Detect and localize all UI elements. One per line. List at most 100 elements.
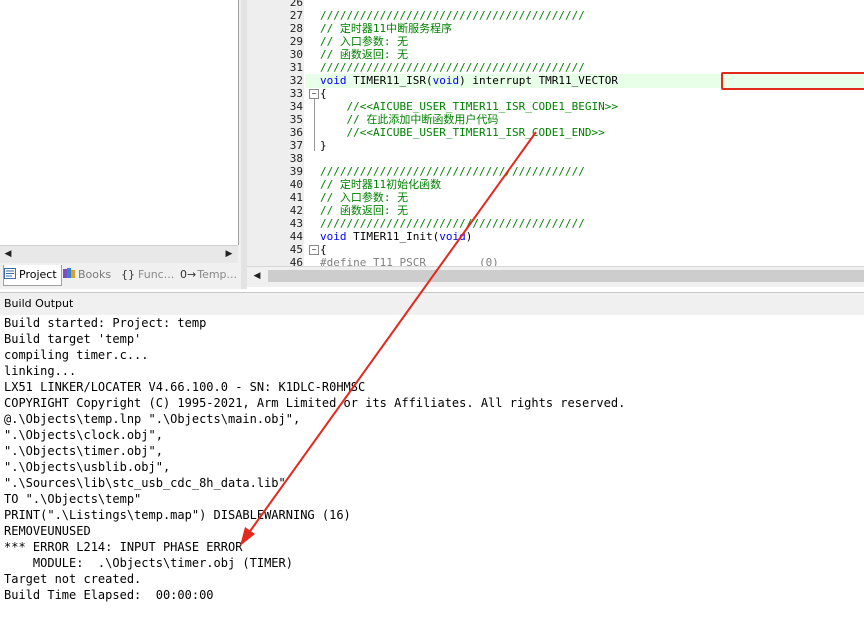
project-tabs: Project Books {} Func... 0→Temp... [0, 264, 241, 286]
template-icon: 0→ [180, 268, 197, 281]
line-number: 32 [289, 74, 303, 87]
code-token: } [320, 139, 327, 152]
line-number: 41 [289, 191, 303, 204]
line-number: 37 [289, 139, 303, 152]
scroll-left-icon[interactable]: ◀ [0, 246, 16, 263]
project-tree[interactable] [0, 0, 239, 245]
code-token: #define T11_PSCR (0) [320, 256, 499, 266]
line-number: 28 [289, 22, 303, 35]
output-line: COPYRIGHT Copyright (C) 1995-2021, Arm L… [4, 396, 626, 410]
code-line[interactable]: #define T11_PSCR (0) [320, 256, 499, 266]
code-token: //////////////////////////////////////// [320, 217, 585, 230]
code-token: // 定时器11初始化函数 [320, 178, 442, 191]
code-token: TIMER11_Init( [346, 230, 440, 243]
line-number: 40 [289, 178, 303, 191]
scrollbar-thumb[interactable] [268, 270, 864, 282]
code-token: //<<AICUBE_USER_TIMER11_ISR_CODE1_END>> [320, 126, 605, 139]
books-icon [63, 268, 75, 278]
build-output-title: Build Output [4, 297, 74, 310]
code-line[interactable]: { [320, 243, 327, 256]
code-line[interactable]: // 入口参数: 无 [320, 35, 408, 48]
code-line[interactable]: void TIMER11_Init(void) [320, 230, 472, 243]
scroll-left-icon[interactable]: ◀ [249, 268, 265, 285]
code-token: void [320, 74, 347, 87]
output-line: linking... [4, 364, 77, 378]
fold-toggle-icon[interactable]: − [309, 245, 319, 255]
output-line: ".\Objects\usblib.obj", [4, 460, 171, 474]
code-token: ) [465, 230, 473, 243]
output-line: Build Time Elapsed: 00:00:00 [4, 588, 214, 602]
code-token: //<<AICUBE_USER_TIMER11_ISR_CODE1_BEGIN>… [320, 100, 619, 113]
line-number: 33 [289, 87, 303, 100]
tab-books[interactable]: Books [63, 265, 117, 285]
code-token: ) interrupt TMR11_VECTOR [459, 74, 619, 87]
line-number: 29 [289, 35, 303, 48]
line-number: 38 [289, 152, 303, 165]
code-line[interactable]: void TIMER11_ISR(void) interrupt TMR11_V… [320, 74, 618, 87]
tab-project[interactable]: Project [3, 265, 62, 286]
line-number: 36 [289, 126, 303, 139]
output-line: REMOVEUNUSED [4, 524, 91, 538]
output-line: ".\Objects\timer.obj", [4, 444, 163, 458]
code-token: // 定时器11中断服务程序 [320, 22, 453, 35]
fold-guide [314, 99, 315, 151]
line-number: 42 [289, 204, 303, 217]
line-number: 26 [289, 0, 303, 9]
line-number: 46 [289, 256, 303, 266]
braces-icon: {} [121, 268, 135, 281]
tab-functions[interactable]: {} Func... [121, 265, 177, 285]
code-line[interactable]: // 函数返回: 无 [320, 48, 408, 61]
annotation-highlight-box [721, 72, 864, 90]
line-number-gutter: 26 27 28 29 30 31 32 33 34 35 36 37 38 39 40 41 42 43 44 45… [247, 0, 304, 266]
code-token: //////////////////////////////////////// [320, 61, 585, 74]
code-token: { [320, 87, 327, 100]
build-output-panel[interactable]: Build started: Project: temp Build target… [0, 315, 864, 619]
code-line[interactable]: } [320, 139, 327, 152]
project-panel: ◀ ▶ Project Books {} Func... 0→Temp... [0, 0, 241, 289]
output-line: ".\Sources\lib\stc_usb_cdc_8h_data.lib" [4, 476, 286, 490]
line-number: 31 [289, 61, 303, 74]
code-token: TIMER11_ISR( [346, 74, 433, 87]
output-line: TO ".\Objects\temp" [4, 492, 142, 506]
code-line[interactable]: //////////////////////////////////////// [320, 9, 585, 22]
output-line: Build target 'temp' [4, 332, 142, 346]
line-number: 43 [289, 217, 303, 230]
project-horizontal-scrollbar[interactable]: ◀ ▶ [0, 245, 238, 263]
code-line[interactable]: //////////////////////////////////////// [320, 217, 585, 230]
code-token: // 入口参数: 无 [320, 35, 409, 48]
output-line: Build started: Project: temp [4, 316, 207, 330]
line-number: 39 [289, 165, 303, 178]
code-line[interactable]: // 函数返回: 无 [320, 204, 408, 217]
code-line[interactable]: // 定时器11中断服务程序 [320, 22, 452, 35]
scroll-right-icon[interactable]: ▶ [221, 246, 237, 263]
code-line[interactable]: //////////////////////////////////////// [320, 165, 585, 178]
line-number: 44 [289, 230, 303, 243]
code-line[interactable]: //<<AICUBE_USER_TIMER11_ISR_CODE1_BEGIN>… [320, 100, 618, 113]
output-line: Target not created. [4, 572, 142, 586]
line-number: 35 [289, 113, 303, 126]
fold-toggle-icon[interactable]: − [309, 89, 319, 99]
tab-templates[interactable]: 0→Temp... [180, 265, 238, 285]
code-token: //////////////////////////////////////// [320, 9, 585, 22]
code-line[interactable]: // 在此添加中断函数用户代码 [320, 113, 498, 126]
line-number: 27 [289, 9, 303, 22]
output-line: compiling timer.c... [4, 348, 149, 362]
code-line[interactable]: //<<AICUBE_USER_TIMER11_ISR_CODE1_END>> [320, 126, 605, 139]
tab-books-label: Books [78, 268, 112, 281]
output-line: @.\Objects\temp.lnp ".\Objects\main.obj"… [4, 412, 301, 426]
editor-horizontal-scrollbar[interactable]: ◀ [247, 266, 864, 287]
line-number: 30 [289, 48, 303, 61]
code-line[interactable]: // 定时器11初始化函数 [320, 178, 441, 191]
code-line[interactable]: // 入口参数: 无 [320, 191, 408, 204]
output-line: MODULE: .\Objects\timer.obj (TIMER) [4, 556, 293, 570]
code-token: void [439, 230, 466, 243]
code-token: // 函数返回: 无 [320, 48, 409, 61]
code-editor[interactable]: 26 27 28 29 30 31 32 33 34 35 36 37 38 39 40 41 42 43 44 45… [247, 0, 864, 266]
line-number: 34 [289, 100, 303, 113]
output-line: ".\Objects\clock.obj", [4, 428, 163, 442]
code-token: void [320, 230, 347, 243]
output-line: PRINT(".\Listings\temp.map") DISABLEWARN… [4, 508, 351, 522]
code-line[interactable]: //////////////////////////////////////// [320, 61, 585, 74]
code-line[interactable]: { [320, 87, 327, 100]
tab-functions-label: Func... [138, 268, 175, 281]
